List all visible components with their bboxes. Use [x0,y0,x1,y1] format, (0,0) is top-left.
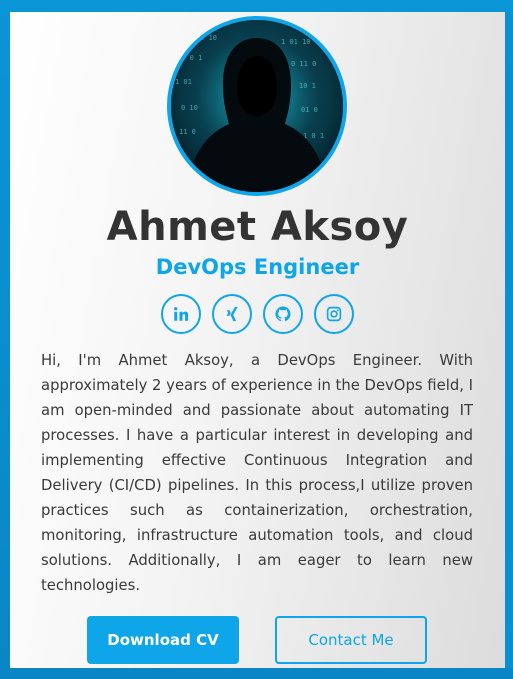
svg-text:01 1 0 10: 01 1 0 10 [179,34,217,42]
xing-link[interactable] [212,294,252,334]
download-cv-button[interactable]: Download CV [87,616,239,664]
profile-card: 01 1 0 10 1 01 10 10 0 1 0 11 0 1 01 10 … [10,12,505,668]
svg-text:10 0 1: 10 0 1 [177,54,202,62]
profile-bio: Hi, I'm Ahmet Aksoy, a DevOps Engineer. … [41,352,473,594]
profile-name: Ahmet Aksoy [106,204,409,250]
avatar: 01 1 0 10 1 01 10 10 0 1 0 11 0 1 01 10 … [167,16,347,196]
svg-text:1 01: 1 01 [175,78,192,86]
svg-text:1 01 10: 1 01 10 [281,38,311,46]
github-link[interactable] [263,294,303,334]
linkedin-link[interactable] [161,294,201,334]
svg-text:01 0: 01 0 [301,106,318,114]
linkedin-icon [174,307,189,321]
svg-text:1 0 1: 1 0 1 [303,132,324,140]
svg-text:0 11 0: 0 11 0 [291,60,316,68]
frame-edge [505,12,513,668]
svg-text:10 1: 10 1 [299,82,316,90]
hooded-figure-image: 01 1 0 10 1 01 10 10 0 1 0 11 0 1 01 10 … [171,20,343,192]
github-icon [275,306,291,322]
xing-icon [226,306,238,322]
social-links [161,294,354,334]
contact-me-button[interactable]: Contact Me [275,616,427,664]
profile-role: DevOps Engineer [155,255,360,279]
instagram-link[interactable] [314,294,354,334]
instagram-icon [326,306,342,322]
svg-text:0 10: 0 10 [181,104,198,112]
svg-text:11 0: 11 0 [179,128,196,136]
